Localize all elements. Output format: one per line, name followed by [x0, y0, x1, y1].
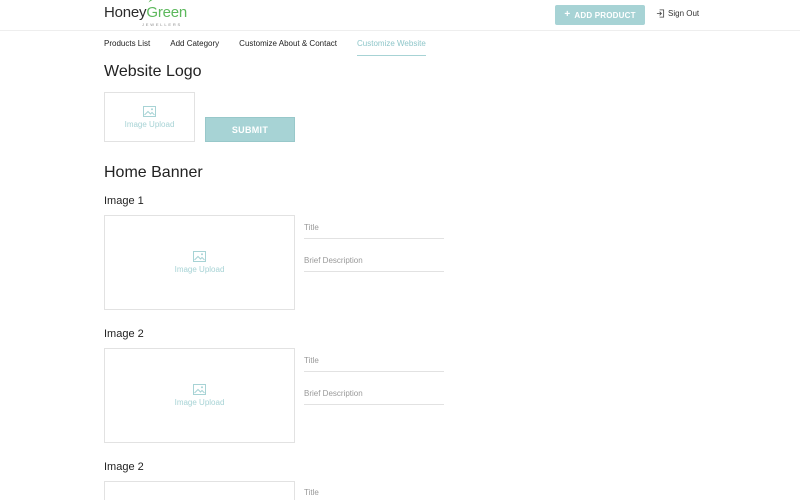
- admin-nav-tabs: Products List Add Category Customize Abo…: [104, 38, 446, 56]
- tab-products-list[interactable]: Products List: [104, 38, 150, 56]
- sign-out-label: Sign Out: [668, 9, 700, 18]
- upload-label: Image Upload: [174, 265, 225, 274]
- banner-image-3-heading: Image 2: [104, 461, 144, 473]
- image-icon: [193, 251, 206, 262]
- brand-logo[interactable]: Honey Green JEWELLERS: [104, 0, 187, 27]
- banner-image-3-upload[interactable]: [104, 481, 295, 500]
- top-header: Honey Green JEWELLERS + ADD PRODUCT Sign …: [0, 0, 800, 31]
- upload-label: Image Upload: [174, 398, 225, 407]
- banner-image-3-title-input[interactable]: Title: [304, 488, 444, 500]
- banner-image-2-description-input[interactable]: Brief Description: [304, 389, 444, 405]
- brand-name: Honey Green: [104, 0, 187, 21]
- banner-image-1-upload[interactable]: Image Upload: [104, 215, 295, 310]
- tab-add-category[interactable]: Add Category: [170, 38, 219, 56]
- submit-button[interactable]: SUBMIT: [205, 117, 295, 142]
- tab-customize-website[interactable]: Customize Website: [357, 38, 426, 56]
- upload-label: Image Upload: [124, 119, 175, 129]
- banner-image-2-title-input[interactable]: Title: [304, 356, 444, 372]
- banner-image-2-heading: Image 2: [104, 328, 144, 340]
- tab-customize-about-contact[interactable]: Customize About & Contact: [239, 38, 337, 56]
- banner-image-1-heading: Image 1: [104, 195, 144, 207]
- add-product-label: ADD PRODUCT: [574, 10, 636, 20]
- add-product-button[interactable]: + ADD PRODUCT: [555, 5, 645, 25]
- brand-name-part1: Honey: [104, 4, 147, 21]
- plus-icon: +: [564, 9, 571, 20]
- website-logo-heading: Website Logo: [104, 63, 202, 80]
- brand-name-part2: Green: [146, 0, 187, 21]
- logo-image-upload[interactable]: Image Upload: [104, 92, 195, 142]
- banner-image-1-title-input[interactable]: Title: [304, 223, 444, 239]
- banner-image-2-upload[interactable]: Image Upload: [104, 348, 295, 443]
- brand-tagline: JEWELLERS: [142, 22, 182, 27]
- sign-out-icon: [656, 9, 665, 18]
- sign-out-link[interactable]: Sign Out: [656, 9, 699, 18]
- image-icon: [193, 384, 206, 395]
- home-banner-heading: Home Banner: [104, 164, 203, 181]
- banner-image-1-description-input[interactable]: Brief Description: [304, 256, 444, 272]
- leaf-icon: [148, 0, 153, 3]
- image-icon: [143, 105, 156, 117]
